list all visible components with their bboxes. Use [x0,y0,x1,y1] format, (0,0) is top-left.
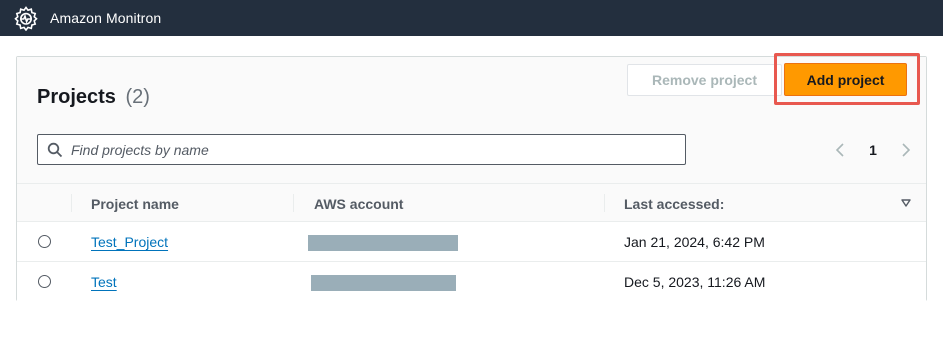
search-field[interactable] [37,134,686,165]
table-row[interactable]: Test Dec 5, 2023, 11:26 AM [17,262,926,302]
redacted-aws-account [308,235,458,251]
top-navigation-bar: Amazon Monitron [0,0,943,36]
pagination: 1 [833,139,913,161]
column-header-aws-account[interactable]: AWS account [314,184,403,223]
column-divider [71,194,72,212]
redacted-aws-account [311,275,456,291]
remove-project-button[interactable]: Remove project [627,64,782,96]
column-divider [293,194,294,212]
column-header-project-name[interactable]: Project name [91,184,179,223]
last-accessed-value: Jan 21, 2024, 6:42 PM [624,234,765,250]
projects-table: Project name AWS account Last accessed: … [17,183,926,302]
row-select-radio[interactable] [38,275,51,288]
monitron-gear-icon[interactable] [12,4,40,32]
chevron-left-icon[interactable] [833,141,847,159]
add-project-button[interactable]: Add project [784,63,907,96]
projects-count: (2) [125,86,150,108]
page-title: Projects (2) [37,86,150,109]
column-header-last-accessed[interactable]: Last accessed: [624,184,724,223]
app-title[interactable]: Amazon Monitron [50,10,161,26]
panel-header: Projects (2) Remove project Add project … [17,53,926,183]
projects-panel: Projects (2) Remove project Add project … [16,53,927,302]
column-divider [604,194,605,212]
project-name-link[interactable]: Test [91,274,117,290]
search-icon [47,142,63,157]
search-input[interactable] [71,141,671,158]
projects-heading: Projects [37,86,116,108]
page-number[interactable]: 1 [869,142,877,158]
last-accessed-value: Dec 5, 2023, 11:26 AM [624,274,766,290]
chevron-right-icon[interactable] [899,141,913,159]
project-name-link[interactable]: Test_Project [91,234,168,250]
row-select-radio[interactable] [38,235,51,248]
table-row[interactable]: Test_Project Jan 21, 2024, 6:42 PM [17,222,926,262]
sort-descending-icon[interactable] [901,198,911,208]
table-header: Project name AWS account Last accessed: [17,183,926,222]
